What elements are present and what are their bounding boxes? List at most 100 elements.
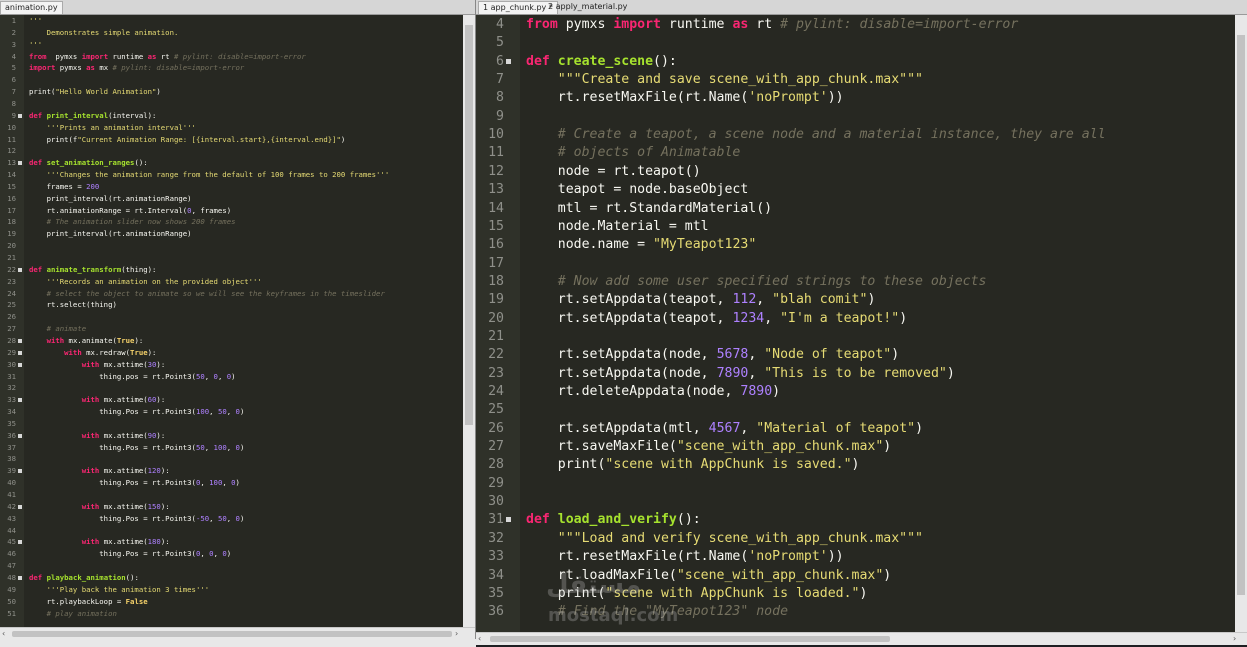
code-line[interactable]: 27 rt.saveMaxFile("scene_with_app_chunk.…: [476, 438, 1235, 456]
code-line[interactable]: 28 print("scene with AppChunk is saved."…: [476, 456, 1235, 474]
code-line[interactable]: 10 '''Prints an animation interval''': [0, 122, 463, 134]
fold-marker-icon[interactable]: [18, 575, 22, 580]
code-line[interactable]: 47: [0, 560, 463, 572]
code-line[interactable]: 21: [476, 328, 1235, 346]
code-line[interactable]: 31 def load_and_verify():: [476, 511, 1235, 529]
code-line[interactable]: 13 def set_animation_ranges():: [0, 157, 463, 169]
code-line[interactable]: 6: [0, 74, 463, 86]
code-line[interactable]: 26: [0, 311, 463, 323]
fold-marker-icon[interactable]: [18, 113, 22, 118]
code-line[interactable]: 18 # The animation slider now shows 200 …: [0, 216, 463, 228]
code-line[interactable]: 11 # objects of Animatable: [476, 144, 1235, 162]
code-line[interactable]: 18 # Now add some user specified strings…: [476, 273, 1235, 291]
code-line[interactable]: 41: [0, 489, 463, 501]
code-line[interactable]: 24 rt.deleteAppdata(node, 7890): [476, 383, 1235, 401]
code-line[interactable]: 17 rt.animationRange = rt.Interval(0, fr…: [0, 205, 463, 217]
scroll-left-arrow-icon[interactable]: ‹: [2, 629, 5, 638]
code-line[interactable]: 42 with mx.attime(150):: [0, 501, 463, 513]
code-line[interactable]: 46 thing.Pos = rt.Point3(0, 0, 0): [0, 548, 463, 560]
right-vertical-scroll-thumb[interactable]: [1237, 35, 1245, 595]
code-line[interactable]: 23 '''Records an animation on the provid…: [0, 276, 463, 288]
fold-marker-icon[interactable]: [18, 267, 22, 272]
scroll-right-arrow-icon[interactable]: ›: [455, 629, 458, 638]
code-line[interactable]: 3 ''': [0, 39, 463, 51]
code-line[interactable]: 15 node.Material = mtl: [476, 218, 1235, 236]
fold-marker-icon[interactable]: [18, 338, 22, 343]
fold-marker-icon[interactable]: [18, 161, 22, 166]
code-line[interactable]: 29: [476, 475, 1235, 493]
code-line[interactable]: 14 mtl = rt.StandardMaterial(): [476, 200, 1235, 218]
code-line[interactable]: 20 rt.setAppdata(teapot, 1234, "I'm a te…: [476, 310, 1235, 328]
code-line[interactable]: 37 thing.Pos = rt.Point3(50, 100, 0): [0, 442, 463, 454]
code-line[interactable]: 31 thing.pos = rt.Point3(50, 0, 0): [0, 371, 463, 383]
fold-marker-icon[interactable]: [18, 350, 22, 355]
code-line[interactable]: 32: [0, 382, 463, 394]
code-line[interactable]: 22 rt.setAppdata(node, 5678, "Node of te…: [476, 346, 1235, 364]
editor-tab[interactable]: animation.py: [0, 1, 63, 14]
code-line[interactable]: 30: [476, 493, 1235, 511]
code-line[interactable]: 7 print("Hello World Animation"): [0, 86, 463, 98]
code-line[interactable]: 51 # play animation: [0, 608, 463, 620]
code-line[interactable]: 12 node = rt.teapot(): [476, 163, 1235, 181]
code-line[interactable]: 25: [476, 401, 1235, 419]
code-line[interactable]: 48 def playback_animation():: [0, 572, 463, 584]
code-line[interactable]: 43 thing.Pos = rt.Point3(-50, 50, 0): [0, 513, 463, 525]
code-line[interactable]: 5 import pymxs as mx # pylint: disable=im…: [0, 62, 463, 74]
code-line[interactable]: 26 rt.setAppdata(mtl, 4567, "Material of…: [476, 420, 1235, 438]
code-line[interactable]: 2 Demonstrates simple animation.: [0, 27, 463, 39]
code-line[interactable]: 34 thing.Pos = rt.Point3(100, 50, 0): [0, 406, 463, 418]
fold-marker-icon[interactable]: [18, 469, 22, 474]
code-line[interactable]: 6 def create_scene():: [476, 53, 1235, 71]
code-line[interactable]: 27 # animate: [0, 323, 463, 335]
code-line[interactable]: 4 from pymxs import runtime as rt # pylin…: [476, 16, 1235, 34]
fold-marker-icon[interactable]: [18, 540, 22, 545]
code-line[interactable]: 9 def print_interval(interval):: [0, 110, 463, 122]
fold-marker-icon[interactable]: [506, 58, 511, 64]
code-line[interactable]: 33 rt.resetMaxFile(rt.Name('noPrompt')): [476, 548, 1235, 566]
code-line[interactable]: 22 def animate_transform(thing):: [0, 264, 463, 276]
left-vertical-scrollbar[interactable]: [463, 15, 475, 627]
code-line[interactable]: 24 # select the object to animate so we …: [0, 288, 463, 300]
code-line[interactable]: 13 teapot = node.baseObject: [476, 181, 1235, 199]
code-line[interactable]: 12: [0, 145, 463, 157]
code-line[interactable]: 50 rt.playbackLoop = False: [0, 596, 463, 608]
scroll-left-arrow-icon[interactable]: ‹: [478, 634, 481, 643]
code-line[interactable]: 44: [0, 525, 463, 537]
code-line[interactable]: 25 rt.select(thing): [0, 299, 463, 311]
code-line[interactable]: 1 ''': [0, 15, 463, 27]
code-line[interactable]: 17: [476, 255, 1235, 273]
left-editor-pane[interactable]: 1 ''' 2 Demonstrates simple animation. 3 '''…: [0, 15, 463, 627]
code-line[interactable]: 7 """Create and save scene_with_app_chun…: [476, 71, 1235, 89]
code-line[interactable]: 30 with mx.attime(30):: [0, 359, 463, 371]
code-line[interactable]: 32 """Load and verify scene_with_app_chu…: [476, 530, 1235, 548]
code-line[interactable]: 16 print_interval(rt.animationRange): [0, 193, 463, 205]
fold-marker-icon[interactable]: [506, 517, 511, 523]
code-line[interactable]: 19 print_interval(rt.animationRange): [0, 228, 463, 240]
right-vertical-scrollbar[interactable]: [1235, 15, 1247, 632]
fold-marker-icon[interactable]: [18, 433, 22, 438]
right-horizontal-scroll-thumb[interactable]: [490, 636, 890, 642]
code-line[interactable]: 38: [0, 453, 463, 465]
code-line[interactable]: 19 rt.setAppdata(teapot, 112, "blah comi…: [476, 291, 1235, 309]
code-line[interactable]: 15 frames = 200: [0, 181, 463, 193]
code-line[interactable]: 28 with mx.animate(True):: [0, 335, 463, 347]
code-line[interactable]: 4 from pymxs import runtime as rt # pylin…: [0, 51, 463, 63]
code-line[interactable]: 10 # Create a teapot, a scene node and a…: [476, 126, 1235, 144]
code-line[interactable]: 36 with mx.attime(90):: [0, 430, 463, 442]
fold-marker-icon[interactable]: [18, 398, 22, 403]
code-line[interactable]: 20: [0, 240, 463, 252]
code-line[interactable]: 21: [0, 252, 463, 264]
code-line[interactable]: 14 '''Changes the animation range from t…: [0, 169, 463, 181]
code-line[interactable]: 8 rt.resetMaxFile(rt.Name('noPrompt')): [476, 89, 1235, 107]
code-line[interactable]: 33 with mx.attime(60):: [0, 394, 463, 406]
fold-marker-icon[interactable]: [18, 504, 22, 509]
code-line[interactable]: 29 with mx.redraw(True):: [0, 347, 463, 359]
left-vertical-scroll-thumb[interactable]: [465, 25, 473, 425]
fold-marker-icon[interactable]: [18, 362, 22, 367]
right-editor-pane[interactable]: 4 from pymxs import runtime as rt # pylin…: [476, 15, 1235, 632]
scroll-right-arrow-icon[interactable]: ›: [1233, 634, 1236, 643]
code-line[interactable]: 16 node.name = "MyTeapot123": [476, 236, 1235, 254]
code-line[interactable]: 5: [476, 34, 1235, 52]
code-line[interactable]: 49 '''Play back the animation 3 times''': [0, 584, 463, 596]
code-line[interactable]: 35: [0, 418, 463, 430]
